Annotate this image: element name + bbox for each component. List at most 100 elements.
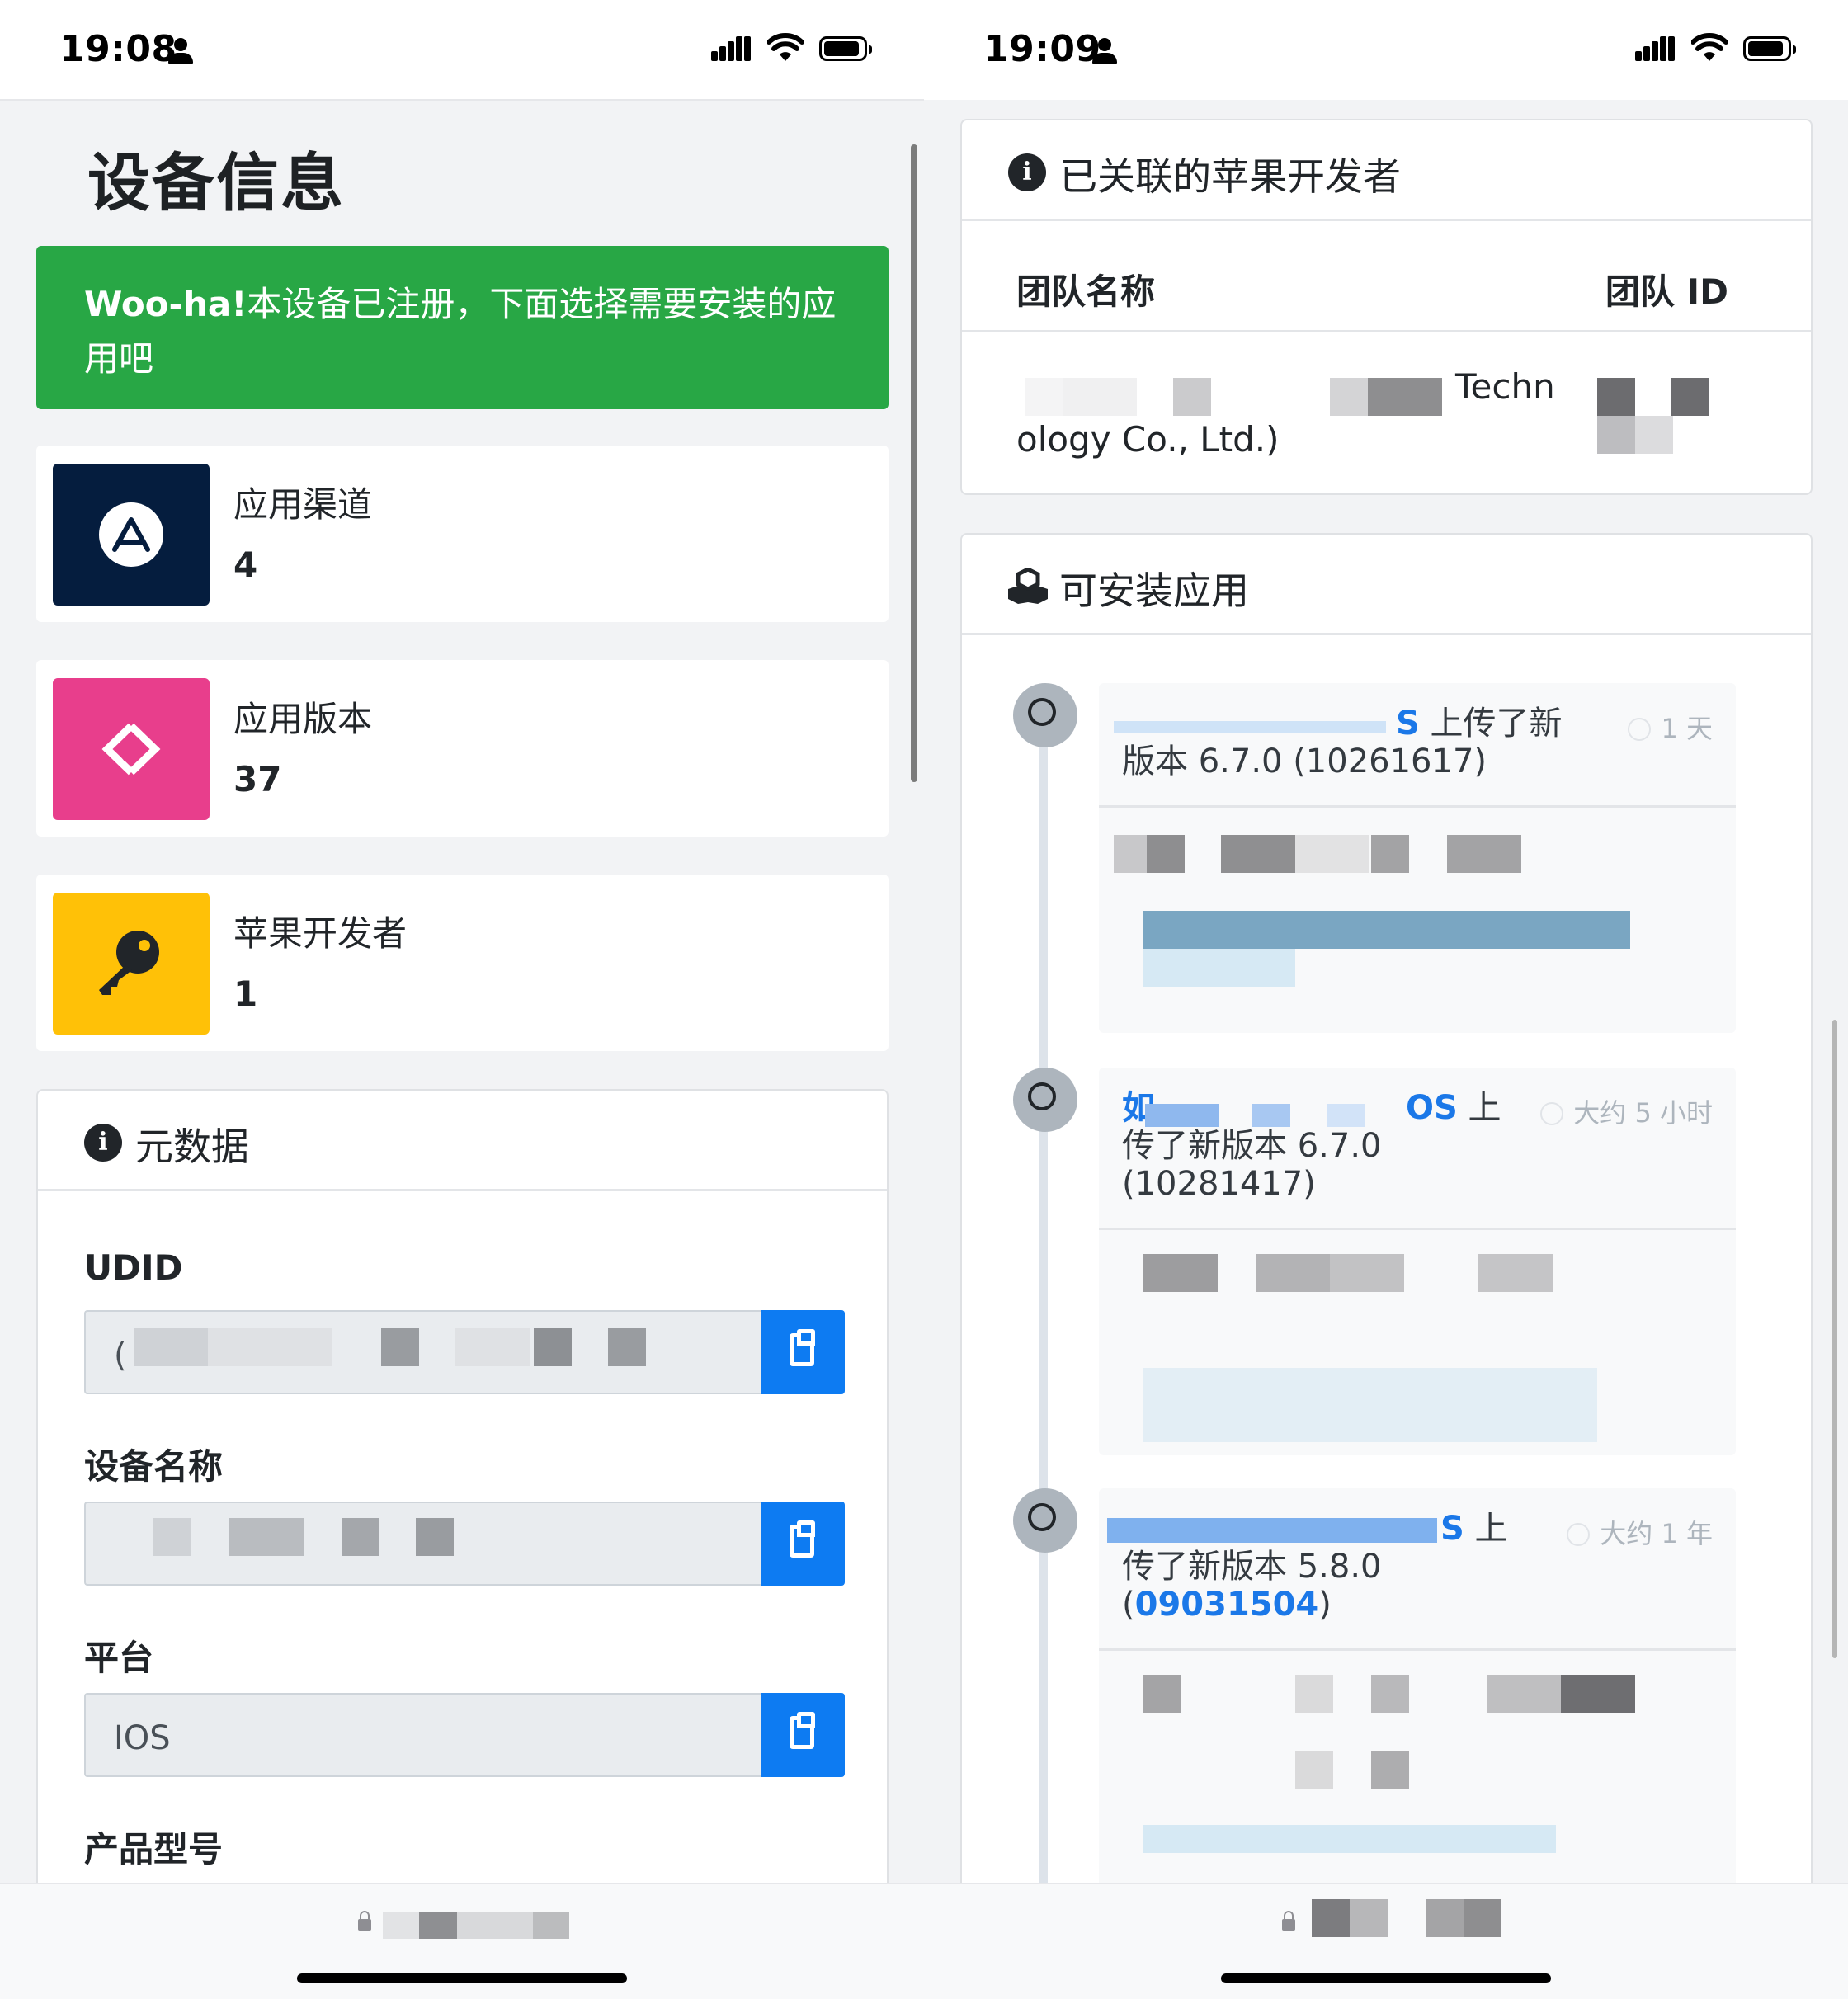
redacted-url bbox=[1426, 1899, 1464, 1937]
udid-label: UDID bbox=[84, 1247, 183, 1288]
relative-time: 1 天 bbox=[1628, 708, 1713, 746]
code-diamond-icon bbox=[53, 678, 210, 820]
redacted-block bbox=[381, 1328, 419, 1366]
stat-card-developers[interactable]: 苹果开发者 1 bbox=[36, 875, 889, 1051]
upload-text: 上 bbox=[1457, 1089, 1502, 1127]
app-name-tail[interactable]: S bbox=[1440, 1510, 1464, 1548]
timeline-item-header: S 上传了新 版本 6.7.0 (10261617) 1 天 bbox=[1099, 683, 1736, 808]
redacted-block bbox=[1173, 378, 1211, 416]
col-team-name: 团队名称 bbox=[1016, 271, 1156, 312]
redacted-block bbox=[1330, 378, 1368, 416]
info-icon: i bbox=[84, 1124, 122, 1162]
info-icon: i bbox=[1008, 153, 1046, 191]
stat-label: 应用版本 bbox=[233, 699, 373, 739]
redacted-block bbox=[1368, 378, 1442, 416]
cubes-icon bbox=[1008, 568, 1048, 604]
timeline-item[interactable]: 如 OS 上 传了新版本 6.7.0 (10281417) 大约 5 小时 bbox=[1099, 1068, 1736, 1455]
app-store-icon bbox=[53, 464, 210, 606]
redacted-url bbox=[1312, 1899, 1350, 1937]
wifi-icon bbox=[767, 33, 804, 61]
page-title: 设备信息 bbox=[87, 146, 345, 219]
developers-title: 已关联的苹果开发者 bbox=[1059, 154, 1401, 199]
redacted-app-name bbox=[1145, 1104, 1219, 1127]
redacted-block bbox=[1025, 378, 1063, 416]
battery-icon bbox=[1743, 36, 1796, 61]
copy-udid-button[interactable] bbox=[761, 1310, 845, 1394]
wifi-icon bbox=[1691, 33, 1728, 61]
alert-strong: Woo-ha! bbox=[84, 284, 248, 324]
timeline-item[interactable]: S 上传了新 版本 6.7.0 (10261617) 1 天 bbox=[1099, 683, 1736, 1033]
timeline-item-header: S 上 传了新版本 5.8.0 (09031504) 大约 1 年 bbox=[1099, 1488, 1736, 1651]
build-link[interactable]: 09031504 bbox=[1135, 1586, 1319, 1624]
team-name-part1: Techn bbox=[1455, 366, 1555, 407]
copy-device-name-button[interactable] bbox=[761, 1502, 845, 1586]
status-bar: 19:09 bbox=[924, 0, 1848, 100]
app-name-tail[interactable]: S bbox=[1396, 705, 1420, 743]
status-time: 19:08 bbox=[59, 28, 177, 70]
redacted-block bbox=[208, 1328, 332, 1366]
redacted-block bbox=[416, 1518, 454, 1556]
url-bar[interactable] bbox=[924, 1883, 1848, 1999]
build-text: (10281417) bbox=[1122, 1165, 1316, 1203]
redacted-block bbox=[153, 1518, 191, 1556]
build-text: (09031504) bbox=[1122, 1586, 1332, 1624]
apps-card: 可安装应用 S 上传了新 版本 6.7.0 (10261617) 1 天 如 O… bbox=[960, 533, 1813, 1919]
platform-label: 平台 bbox=[84, 1638, 154, 1678]
platform-input[interactable]: IOS bbox=[84, 1693, 761, 1777]
clipboard-icon bbox=[790, 1712, 815, 1749]
metadata-title: 元数据 bbox=[135, 1124, 249, 1169]
timeline-dot bbox=[1013, 1068, 1077, 1132]
redacted-id bbox=[1597, 378, 1635, 416]
timeline-line bbox=[1040, 724, 1048, 1917]
right-screen: 19:09 i 已关联的苹果开发者 团队名称 团队 ID Techn ology… bbox=[924, 0, 1848, 1999]
lock-icon bbox=[1282, 1911, 1295, 1931]
version-text: 传了新版本 5.8.0 bbox=[1122, 1548, 1382, 1586]
scrollbar[interactable] bbox=[911, 144, 917, 782]
apps-card-header: 可安装应用 bbox=[962, 535, 1811, 635]
redacted-app-name bbox=[1327, 1104, 1365, 1127]
redacted-url bbox=[457, 1912, 533, 1939]
home-indicator[interactable] bbox=[297, 1973, 627, 1983]
redacted-block bbox=[134, 1328, 208, 1366]
timeline-item-header: 如 OS 上 传了新版本 6.7.0 (10281417) 大约 5 小时 bbox=[1099, 1068, 1736, 1230]
redacted-url bbox=[383, 1912, 419, 1939]
key-icon bbox=[53, 893, 210, 1035]
col-team-id: 团队 ID bbox=[1605, 271, 1728, 312]
redacted-id bbox=[1635, 416, 1673, 454]
stat-value: 1 bbox=[233, 974, 258, 1014]
table-header: 团队名称 团队 ID bbox=[962, 221, 1811, 332]
clock-icon bbox=[1540, 1102, 1564, 1125]
stat-label: 应用渠道 bbox=[233, 484, 373, 525]
redacted-url bbox=[419, 1912, 457, 1939]
version-text: 版本 6.7.0 (10261617) bbox=[1122, 743, 1487, 780]
redacted-url bbox=[533, 1912, 569, 1939]
url-bar[interactable] bbox=[0, 1883, 924, 1999]
person-icon bbox=[1092, 38, 1117, 64]
device-name-label: 设备名称 bbox=[84, 1446, 224, 1487]
device-name-field-group bbox=[84, 1502, 845, 1586]
copy-platform-button[interactable] bbox=[761, 1693, 845, 1777]
app-name-tail[interactable]: OS bbox=[1406, 1089, 1458, 1127]
scrollbar[interactable] bbox=[1832, 1020, 1837, 1658]
upload-text: 上传了新 bbox=[1419, 705, 1563, 743]
redacted-id bbox=[1671, 378, 1709, 416]
stat-card-channels[interactable]: 应用渠道 4 bbox=[36, 446, 889, 622]
success-alert: Woo-ha!本设备已注册，下面选择需要安装的应用吧 bbox=[36, 246, 889, 409]
redacted-block bbox=[1063, 378, 1137, 416]
clock-icon bbox=[1567, 1523, 1591, 1546]
timeline-dot bbox=[1013, 1488, 1077, 1553]
timeline-item[interactable]: S 上 传了新版本 5.8.0 (09031504) 大约 1 年 bbox=[1099, 1488, 1736, 1901]
clock-icon bbox=[1628, 718, 1652, 741]
apps-title: 可安装应用 bbox=[1059, 568, 1249, 613]
person-icon bbox=[168, 38, 193, 64]
metadata-card-header: i 元数据 bbox=[38, 1091, 887, 1191]
home-indicator[interactable] bbox=[1221, 1973, 1551, 1983]
timeline-dot bbox=[1013, 683, 1077, 747]
stat-card-versions[interactable]: 应用版本 37 bbox=[36, 660, 889, 837]
stat-value: 4 bbox=[233, 545, 258, 585]
redacted-block bbox=[608, 1328, 646, 1366]
status-bar: 19:08 bbox=[0, 0, 924, 101]
redacted-url bbox=[1350, 1899, 1388, 1937]
battery-icon bbox=[819, 36, 872, 61]
clipboard-icon bbox=[790, 1520, 815, 1558]
